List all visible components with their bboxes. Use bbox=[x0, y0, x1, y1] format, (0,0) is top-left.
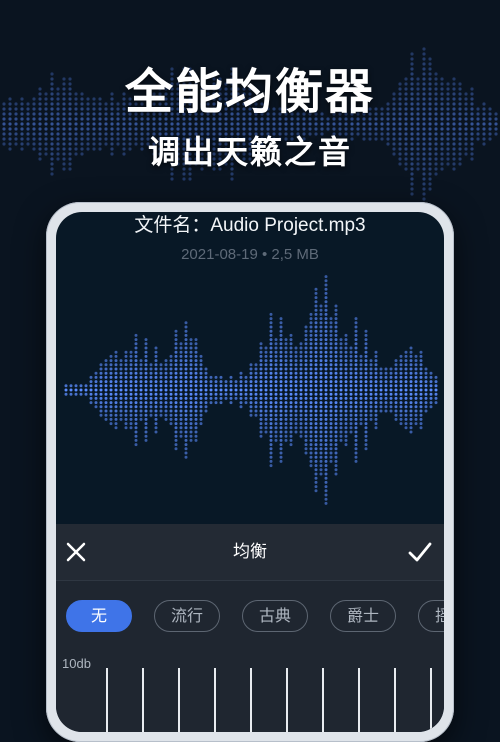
eq-band-slider[interactable] bbox=[214, 668, 216, 732]
eq-band-slider[interactable] bbox=[106, 668, 108, 732]
preset-chip[interactable]: 流行 bbox=[154, 600, 220, 632]
promo-headline: 全能均衡器 bbox=[124, 64, 375, 120]
eq-band-slider[interactable] bbox=[250, 668, 252, 732]
audio-waveform[interactable] bbox=[56, 252, 444, 522]
eq-band-slider[interactable] bbox=[394, 668, 396, 732]
promo-subheadline: 调出天籁之音 bbox=[147, 133, 352, 171]
equalizer-header: 均衡 bbox=[56, 524, 444, 581]
equalizer-title: 均衡 bbox=[233, 542, 267, 562]
preset-chip[interactable]: 无 bbox=[66, 600, 132, 632]
preset-list: 无流行古典爵士摇滚 bbox=[56, 600, 444, 638]
eq-band-slider[interactable] bbox=[286, 668, 288, 732]
preset-chip[interactable]: 摇滚 bbox=[418, 600, 444, 632]
check-icon bbox=[408, 542, 432, 562]
preset-chip[interactable]: 爵士 bbox=[330, 600, 396, 632]
preset-chip[interactable]: 古典 bbox=[242, 600, 308, 632]
db-scale-label: 10db bbox=[62, 656, 91, 671]
eq-band-slider[interactable] bbox=[358, 668, 360, 732]
file-name-label: 文件名：Audio Project.mp3 bbox=[134, 215, 366, 236]
eq-band-slider[interactable] bbox=[430, 668, 432, 732]
eq-band-slider[interactable] bbox=[322, 668, 324, 732]
eq-band-slider[interactable] bbox=[178, 668, 180, 732]
equalizer-panel: 均衡 无流行古典爵士摇滚 10db bbox=[56, 524, 444, 732]
app-screen: 文件名：Audio Project.mp3 2021-08-19 • 2,5 M… bbox=[56, 212, 444, 732]
eq-band-slider[interactable] bbox=[142, 668, 144, 732]
confirm-button[interactable] bbox=[406, 538, 434, 566]
